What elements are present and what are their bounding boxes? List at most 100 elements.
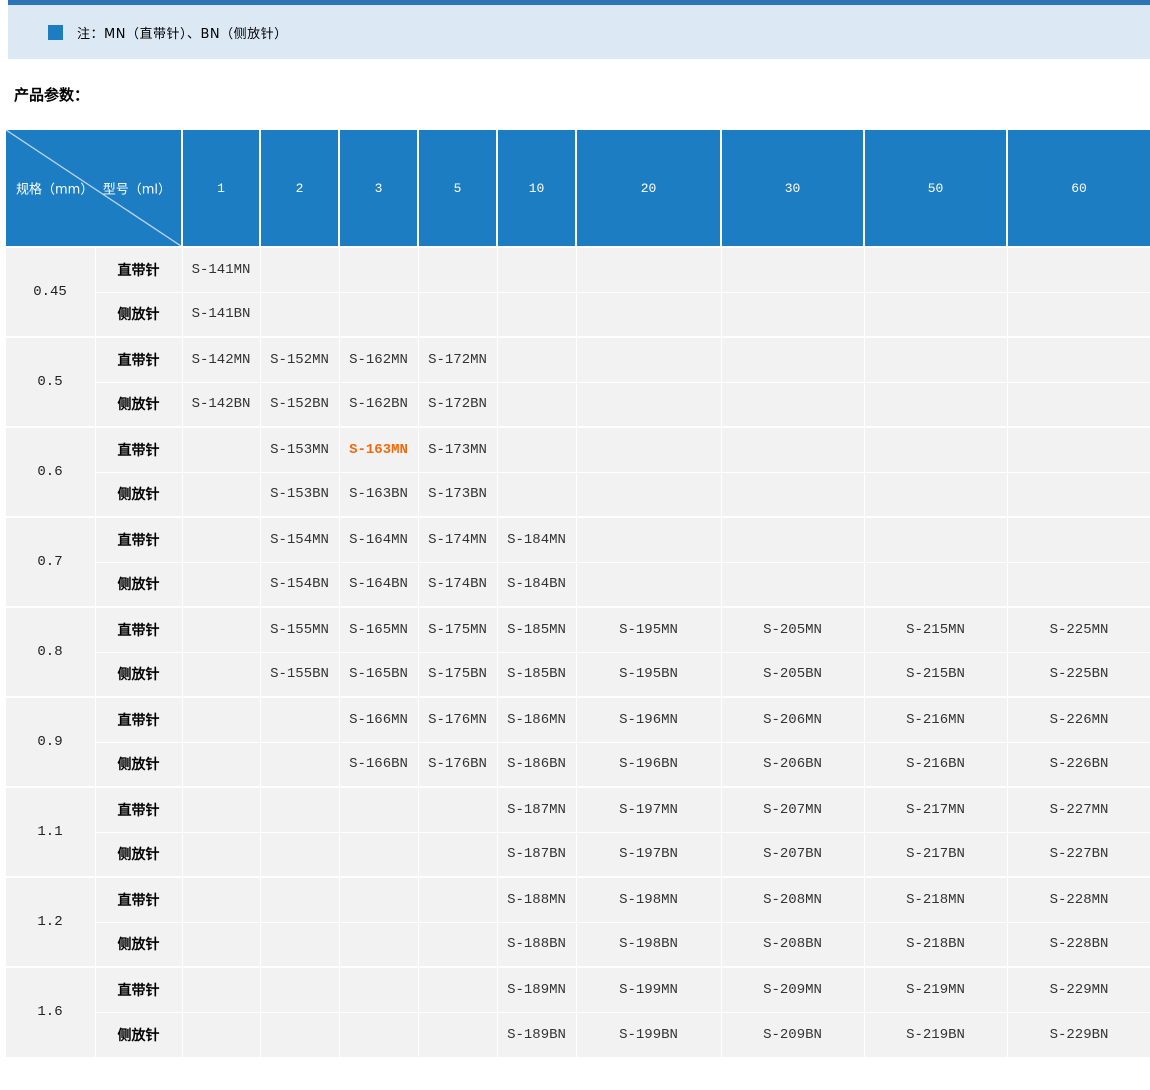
model-cell: S-199BN bbox=[575, 1011, 722, 1058]
needle-type-side-label: 侧放针 bbox=[94, 291, 183, 338]
table-row: 侧放针 S-189BN S-199BN S-209BN S-219BN S-229BN bbox=[5, 1011, 1150, 1058]
model-cell-empty bbox=[863, 471, 1008, 518]
model-cell-empty bbox=[338, 786, 419, 833]
model-cell: S-206BN bbox=[720, 741, 865, 788]
spec-value: 0.45 bbox=[4, 246, 96, 338]
needle-type-side-label: 侧放针 bbox=[94, 1011, 183, 1058]
model-cell-empty bbox=[259, 921, 340, 968]
model-cell: S-184MN bbox=[496, 516, 577, 563]
model-cell: S-217MN bbox=[863, 786, 1008, 833]
model-cell-empty bbox=[259, 831, 340, 878]
model-cell: S-197MN bbox=[575, 786, 722, 833]
model-cell-empty bbox=[338, 921, 419, 968]
section-title: 产品参数： bbox=[14, 86, 90, 104]
table-row: 侧放针 S-155BN S-165BN S-175BN S-185BN S-195BN S-… bbox=[5, 651, 1150, 698]
model-cell: S-172MN bbox=[417, 336, 498, 383]
spec-value: 0.9 bbox=[4, 696, 96, 788]
model-cell: S-188BN bbox=[496, 921, 577, 968]
model-cell: S-174BN bbox=[417, 561, 498, 608]
table-row: 0.5 直带针 S-142MN S-152MN S-162MN S-172MN bbox=[4, 336, 1150, 428]
model-cell-empty bbox=[338, 876, 419, 923]
model-cell-empty bbox=[181, 966, 261, 1013]
model-cell-empty bbox=[575, 561, 722, 608]
model-cell: S-162BN bbox=[338, 381, 419, 428]
needle-type-straight-label: 直带针 bbox=[94, 966, 183, 1013]
model-cell: S-199MN bbox=[575, 966, 722, 1013]
model-cell: S-227MN bbox=[1006, 786, 1150, 833]
table-row: 1.1 直带针 S-187MN S-197MN S-207MN S-217MN S-227M… bbox=[4, 786, 1150, 878]
model-cell: S-153MN bbox=[259, 426, 340, 473]
model-cell-empty bbox=[863, 426, 1008, 473]
model-cell: S-196BN bbox=[575, 741, 722, 788]
model-cell: S-198BN bbox=[575, 921, 722, 968]
model-cell: S-185BN bbox=[496, 651, 577, 698]
model-cell: S-198MN bbox=[575, 876, 722, 923]
model-cell-empty bbox=[417, 246, 498, 293]
model-cell: S-154BN bbox=[259, 561, 340, 608]
volume-header-30: 30 bbox=[720, 128, 865, 248]
model-cell-empty bbox=[1006, 246, 1150, 293]
model-cell: S-163BN bbox=[338, 471, 419, 518]
table-row: 0.45 直带针 S-141MN bbox=[4, 246, 1150, 338]
model-cell: S-229BN bbox=[1006, 1011, 1150, 1058]
model-cell-empty bbox=[1006, 516, 1150, 563]
model-cell-empty bbox=[863, 291, 1008, 338]
model-cell-empty bbox=[1006, 426, 1150, 473]
table-row: 0.9 直带针 S-166MN S-176MN S-186MN S-196MN S-206M… bbox=[4, 696, 1150, 788]
model-cell-empty bbox=[575, 426, 722, 473]
model-cell: S-195MN bbox=[575, 606, 722, 653]
needle-type-straight-label: 直带针 bbox=[94, 516, 183, 563]
model-cell: S-185MN bbox=[496, 606, 577, 653]
model-cell-empty bbox=[259, 786, 340, 833]
model-cell-empty bbox=[181, 606, 261, 653]
model-cell: S-215BN bbox=[863, 651, 1008, 698]
needle-type-side-label: 侧放针 bbox=[94, 561, 183, 608]
model-cell-empty bbox=[496, 471, 577, 518]
model-cell-empty bbox=[863, 381, 1008, 428]
model-cell: S-208BN bbox=[720, 921, 865, 968]
table-row: 1.6 直带针 S-189MN S-199MN S-209MN S-219MN S-229M… bbox=[4, 966, 1150, 1058]
volume-header-10: 10 bbox=[496, 128, 577, 248]
model-cell: S-197BN bbox=[575, 831, 722, 878]
table-row: 0.7 直带针 S-154MN S-164MN S-174MN S-184MN bbox=[4, 516, 1150, 608]
needle-type-side-label: 侧放针 bbox=[94, 381, 183, 428]
product-params-table: 规格（mm） 型号（ml） 1 2 3 5 10 20 30 50 60 0.45 直带针 S-14… bbox=[4, 128, 1150, 1058]
model-cell-empty bbox=[181, 741, 261, 788]
table-header: 规格（mm） 型号（ml） 1 2 3 5 10 20 30 50 60 bbox=[4, 128, 1150, 248]
model-cell: S-206MN bbox=[720, 696, 865, 743]
spec-value: 0.8 bbox=[4, 606, 96, 698]
needle-type-side-label: 侧放针 bbox=[94, 471, 183, 518]
model-axis-label: 型号（ml） bbox=[102, 182, 171, 198]
model-cell: S-176BN bbox=[417, 741, 498, 788]
model-cell: S-166BN bbox=[338, 741, 419, 788]
model-cell-highlighted[interactable]: S-163MN bbox=[338, 426, 419, 473]
model-cell-empty bbox=[181, 831, 261, 878]
model-cell-empty bbox=[575, 516, 722, 563]
needle-type-straight-label: 直带针 bbox=[94, 426, 183, 473]
model-cell: S-164BN bbox=[338, 561, 419, 608]
table-row: 侧放针 S-188BN S-198BN S-208BN S-218BN S-228BN bbox=[5, 921, 1150, 968]
model-cell-empty bbox=[417, 966, 498, 1013]
model-cell-empty bbox=[863, 336, 1008, 383]
model-cell: S-164MN bbox=[338, 516, 419, 563]
model-cell-empty bbox=[338, 831, 419, 878]
model-cell-empty bbox=[259, 876, 340, 923]
model-cell: S-217BN bbox=[863, 831, 1008, 878]
model-cell: S-175MN bbox=[417, 606, 498, 653]
model-cell: S-166MN bbox=[338, 696, 419, 743]
model-cell-empty bbox=[417, 831, 498, 878]
needle-type-straight-label: 直带针 bbox=[94, 246, 183, 293]
model-cell: S-188MN bbox=[496, 876, 577, 923]
model-cell-empty bbox=[259, 741, 340, 788]
model-cell: S-205BN bbox=[720, 651, 865, 698]
model-cell-empty bbox=[720, 336, 865, 383]
volume-header-3: 3 bbox=[338, 128, 419, 248]
model-cell-empty bbox=[575, 381, 722, 428]
model-cell-empty bbox=[720, 516, 865, 563]
table-body: 0.45 直带针 S-141MN 侧放针 S-141BN 0.5 直带针 S-142MN S-1… bbox=[4, 246, 1150, 1058]
model-cell: S-225BN bbox=[1006, 651, 1150, 698]
volume-header-60: 60 bbox=[1006, 128, 1150, 248]
model-cell-empty bbox=[1006, 291, 1150, 338]
model-cell: S-155BN bbox=[259, 651, 340, 698]
model-cell: S-154MN bbox=[259, 516, 340, 563]
